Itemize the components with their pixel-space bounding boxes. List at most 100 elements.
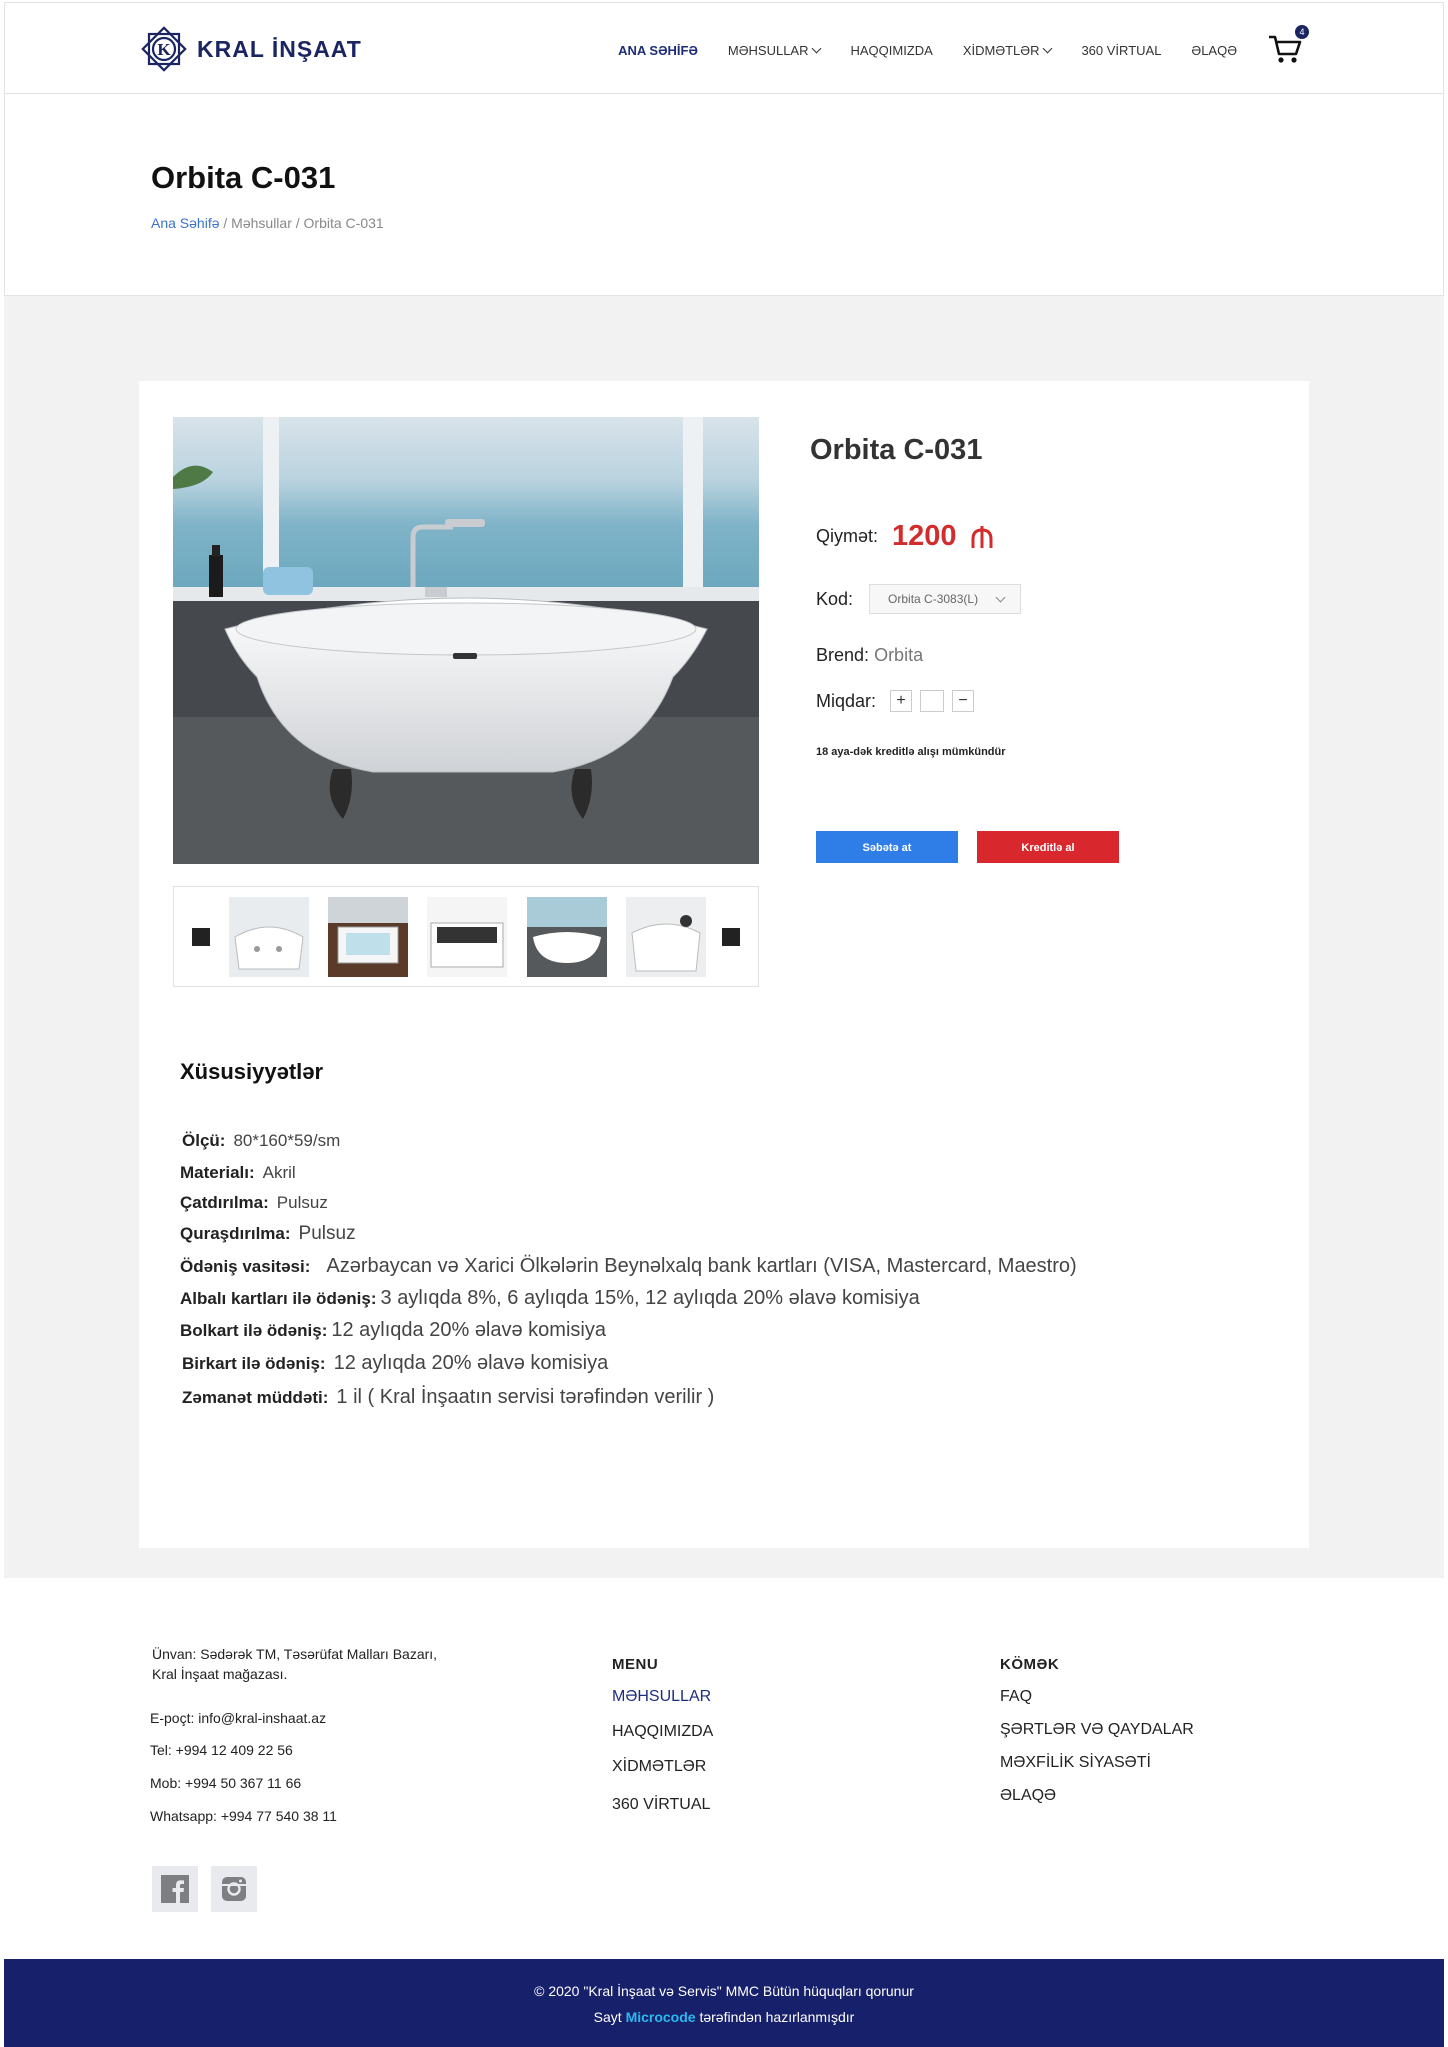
- thumbnail-image[interactable]: [427, 897, 507, 977]
- product-price: 1200: [892, 520, 957, 552]
- feature-value: 80*160*59/sm: [233, 1131, 341, 1150]
- nav-home[interactable]: ANA SƏHİFƏ: [618, 43, 698, 58]
- feature-value: 1 il ( Kral İnşaatın servisi tərəfindən …: [336, 1386, 715, 1408]
- feature-value: 12 aylıqda 20% əlavə komisiya: [331, 1319, 606, 1341]
- feature-row: Zəmanət müddəti: 1 il ( Kral İnşaatın ser…: [182, 1386, 714, 1409]
- page-title-band: Orbita C-031 Ana Səhifə / Məhsullar / Or…: [4, 94, 1444, 296]
- rectangular-bathtub-thumb: [427, 897, 507, 977]
- made-by-line: Sayt Microcode tərəfindən hazırlanmışdır: [4, 2009, 1444, 2025]
- made-by-brand-link[interactable]: Microcode: [626, 2009, 696, 2025]
- quantity-row: Miqdar: + −: [816, 690, 975, 712]
- nav-products[interactable]: MƏHSULLAR: [728, 43, 822, 58]
- feature-value: 3 aylıqda 8%, 6 aylıqda 15%, 12 aylıqda …: [380, 1287, 920, 1309]
- footer-address: Ünvan: Sədərək TM, Təsərüfat Malları Baz…: [152, 1644, 437, 1684]
- code-select[interactable]: Orbita C-3083(L): [869, 584, 1022, 614]
- address-line1: Sədərək TM, Təsərüfat Malları Bazarı,: [200, 1646, 438, 1662]
- footer-help-contact[interactable]: ƏLAQƏ: [1000, 1787, 1056, 1805]
- made-by-suffix: tərəfindən hazırlanmışdır: [699, 2009, 855, 2025]
- facebook-icon: [161, 1875, 189, 1903]
- feature-label: Birkart ilə ödəniş:: [182, 1354, 326, 1373]
- quantity-input[interactable]: [920, 690, 945, 712]
- breadcrumb: Ana Səhifə / Məhsullar / Orbita C-031: [151, 215, 384, 231]
- footer-help-privacy[interactable]: MƏXFİLİK SİYASƏTİ: [1000, 1754, 1151, 1772]
- nav-contact-label: ƏLAQƏ: [1191, 43, 1237, 58]
- footer-email[interactable]: E-poçt: info@kral-inshaat.az: [150, 1710, 326, 1726]
- footer-whatsapp[interactable]: Whatsapp: +994 77 540 38 11: [150, 1808, 337, 1824]
- footer-mob[interactable]: Mob: +994 50 367 11 66: [150, 1775, 301, 1791]
- breadcrumb-current: Orbita C-031: [303, 215, 384, 231]
- feature-value: Akril: [262, 1163, 296, 1182]
- footer-menu-services[interactable]: XİDMƏTLƏR: [612, 1758, 706, 1776]
- thumbnail-image[interactable]: [328, 897, 408, 977]
- nav-about[interactable]: HAQQIMIZDA: [850, 43, 932, 58]
- code-label: Kod:: [816, 588, 854, 609]
- feature-row: Albalı kartları ilə ödəniş: 3 aylıqda 8%,…: [180, 1287, 920, 1310]
- footer-menu-360[interactable]: 360 VİRTUAL: [612, 1796, 710, 1814]
- quantity-label: Miqdar:: [816, 690, 877, 711]
- feature-value: Pulsuz: [298, 1223, 356, 1244]
- page: K KRAL İNŞAAT ANA SƏHİFƏ MƏHSULLAR HAQQI…: [4, 2, 1444, 2047]
- address-label: Ünvan:: [152, 1646, 197, 1662]
- instagram-icon: [222, 1877, 246, 1901]
- code-select-value: Orbita C-3083(L): [888, 592, 979, 606]
- main-nav: ANA SƏHİFƏ MƏHSULLAR HAQQIMIZDA XİDMƏTLƏ…: [588, 43, 1237, 58]
- brand-value: Orbita: [874, 645, 924, 665]
- feature-row: Birkart ilə ödəniş: 12 aylıqda 20% əlavə …: [182, 1352, 608, 1375]
- site-logo[interactable]: K KRAL İNŞAAT: [139, 23, 362, 75]
- site-header: K KRAL İNŞAAT ANA SƏHİFƏ MƏHSULLAR HAQQI…: [4, 2, 1444, 94]
- logo-text: KRAL İNŞAAT: [197, 35, 362, 62]
- nav-contact[interactable]: ƏLAQƏ: [1191, 43, 1237, 58]
- feature-row: Bolkart ilə ödəniş: 12 aylıqda 20% əlavə …: [180, 1319, 606, 1342]
- price-row: Qiymət: 1200: [816, 520, 995, 553]
- corner-bathtub-thumb: [229, 897, 309, 977]
- footer-help-title: KÖMƏK: [1000, 1656, 1060, 1673]
- instagram-link[interactable]: [211, 1866, 257, 1912]
- whirlpool-bathtub-thumb: [626, 897, 706, 977]
- footer-help-faq[interactable]: FAQ: [1000, 1688, 1032, 1706]
- quantity-decrease-button[interactable]: −: [952, 690, 975, 712]
- breadcrumb-home[interactable]: Ana Səhifə: [151, 215, 220, 231]
- freestanding-bathtub-thumb: [527, 897, 607, 977]
- thumbnail-image[interactable]: [527, 897, 607, 977]
- copyright-bar: © 2020 "Kral İnşaat və Servis" MMC Bütün…: [4, 1959, 1444, 2047]
- breadcrumb-products[interactable]: Məhsullar: [231, 215, 292, 231]
- carousel-next-button[interactable]: [722, 928, 740, 946]
- buy-on-credit-button[interactable]: Kreditlə al: [977, 831, 1119, 863]
- thumbnail-image[interactable]: [229, 897, 309, 977]
- feature-label: Ödəniş vasitəsi:: [180, 1257, 311, 1276]
- chevron-down-icon: [995, 592, 1006, 603]
- footer-tel[interactable]: Tel: +994 12 409 22 56: [150, 1742, 293, 1758]
- brand-label: Brend:: [816, 645, 870, 665]
- price-label: Qiymət:: [816, 526, 879, 546]
- feature-row: Ödəniş vasitəsi: Azərbaycan və Xarici Ölk…: [180, 1255, 1077, 1278]
- address-line2: Kral İnşaat mağazası.: [152, 1666, 288, 1682]
- nav-360[interactable]: 360 VİRTUAL: [1081, 43, 1161, 58]
- page-title: Orbita C-031: [151, 160, 336, 195]
- nav-services[interactable]: XİDMƏTLƏR: [962, 43, 1053, 58]
- add-to-cart-button[interactable]: Səbətə at: [816, 831, 958, 863]
- carousel-prev-button[interactable]: [192, 928, 210, 946]
- nav-services-label: XİDMƏTLƏR: [962, 43, 1040, 58]
- facebook-link[interactable]: [152, 1866, 198, 1912]
- thumbnail-image[interactable]: [626, 897, 706, 977]
- feature-label: Ölçü:: [182, 1131, 226, 1150]
- cart-button[interactable]: 4: [1267, 25, 1309, 65]
- quantity-increase-button[interactable]: +: [890, 690, 913, 712]
- footer-menu-about[interactable]: HAQQIMIZDA: [612, 1723, 713, 1741]
- footer-menu-title: MENU: [612, 1656, 659, 1673]
- thumbnail-carousel: [173, 886, 759, 987]
- copyright-text: © 2020 "Kral İnşaat və Servis" MMC Bütün…: [534, 1983, 914, 1999]
- chevron-down-icon: [1043, 43, 1053, 54]
- feature-label: Quraşdırılma:: [180, 1224, 291, 1243]
- made-by-prefix: Sayt: [593, 2009, 622, 2025]
- feature-label: Albalı kartları ilə ödəniş:: [180, 1289, 377, 1308]
- brand-row: Brend: Orbita: [816, 645, 923, 666]
- features-title: Xüsusiyyətlər: [180, 1059, 324, 1084]
- code-row: Kod: Orbita C-3083(L): [816, 584, 1022, 614]
- feature-label: Zəmanət müddəti:: [182, 1388, 329, 1407]
- feature-label: Materialı:: [180, 1163, 255, 1182]
- manat-icon: [971, 525, 993, 548]
- product-main-image[interactable]: [173, 417, 759, 864]
- footer-menu-products[interactable]: MƏHSULLAR: [612, 1688, 711, 1706]
- footer-help-terms[interactable]: ŞƏRTLƏR VƏ QAYDALAR: [1000, 1721, 1194, 1739]
